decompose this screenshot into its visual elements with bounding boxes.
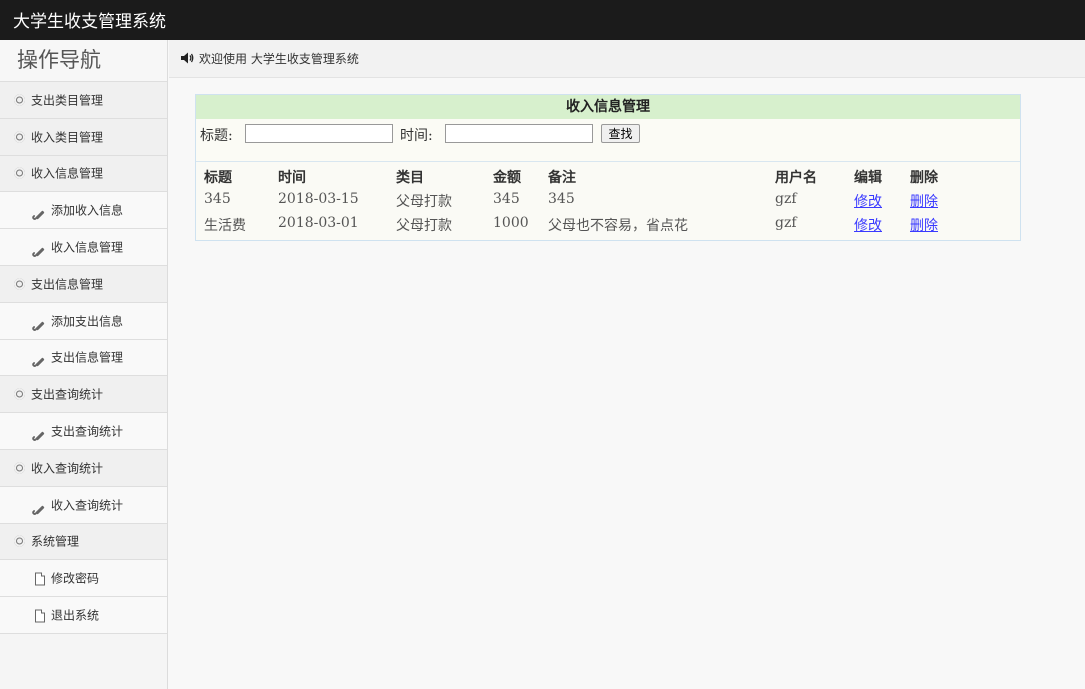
sidebar-item-label: 收入信息管理 [31,166,104,181]
sidebar-heading: 操作导航 [0,40,167,82]
edit-link[interactable]: 修改 [854,191,882,211]
wrench-icon [33,425,46,441]
search-button[interactable]: 查找 [601,124,640,143]
title-search-input[interactable] [245,124,393,143]
cell-time: 2018-03-01 [278,215,359,231]
column-header: 删除 [910,170,938,186]
sidebar-item-label: 修改密码 [51,571,100,586]
column-header: 编辑 [854,170,882,186]
wrench-icon [33,498,46,515]
gear-icon [13,535,26,548]
sidebar-item-income-category[interactable]: 收入类目管理 [0,118,167,156]
cell-category: 父母打款 [396,218,452,234]
wrench-icon [33,351,46,368]
sidebar: 操作导航 支出类目管理 收入类目管理 收入信息管理 添加收入信息 收入信息管理 … [0,40,168,689]
sidebar-item-income-info[interactable]: 收入信息管理 [0,155,167,193]
column-header: 类目 [396,170,424,186]
speaker-icon [181,52,194,64]
sidebar-item-label: 收入查询统计 [31,461,104,476]
search-form: 标题: 时间: 查找 [196,119,1020,162]
table-header-row: 标题 时间 类目 金额 备注 用户名 编辑 删除 [196,165,1020,189]
sidebar-item-system[interactable]: 系统管理 [0,523,167,561]
column-header: 标题 [204,170,232,186]
delete-link[interactable]: 删除 [910,191,938,211]
welcome-text: 欢迎使用 大学生收支管理系统 [199,52,359,66]
cell-user: gzf [775,191,797,207]
sidebar-item-manage-income[interactable]: 收入信息管理 [0,229,167,266]
gear-icon [13,130,26,143]
sidebar-item-expense-stats-sub[interactable]: 支出查询统计 [0,413,167,450]
app-title: 大学生收支管理系统 [13,12,166,32]
sidebar-item-label: 支出查询统计 [51,424,124,439]
gear-icon [13,461,26,474]
sidebar-item-label: 收入查询统计 [51,498,124,513]
column-header: 用户名 [775,170,817,186]
sidebar-item-expense-category[interactable]: 支出类目管理 [0,82,167,119]
cell-amount: 345 [493,191,520,207]
cell-title: 345 [204,191,231,207]
cell-user: gzf [775,215,797,231]
gear-icon [13,93,26,106]
cell-note: 父母也不容易，省点花 [548,218,688,234]
sidebar-item-expense-info[interactable]: 支出信息管理 [0,265,167,303]
cell-note: 345 [548,191,575,207]
wrench-icon [33,204,46,220]
sidebar-item-add-income[interactable]: 添加收入信息 [0,192,167,230]
sidebar-item-label: 支出查询统计 [31,387,104,402]
sidebar-item-label: 收入信息管理 [51,240,124,255]
top-bar: 大学生收支管理系统 [0,0,1085,40]
sidebar-item-income-stats[interactable]: 收入查询统计 [0,449,167,487]
column-header: 备注 [548,170,576,186]
cell-category: 父母打款 [396,194,452,210]
column-header: 金额 [493,170,521,186]
panel-title: 收入信息管理 [196,95,1020,119]
gear-icon [13,388,26,401]
document-icon [33,609,46,623]
sidebar-item-income-stats-sub[interactable]: 收入查询统计 [0,486,167,524]
sidebar-item-label: 支出类目管理 [31,93,104,108]
wrench-icon [33,314,46,331]
sidebar-item-label: 添加支出信息 [51,314,124,329]
time-search-input[interactable] [445,124,593,143]
sidebar-item-label: 系统管理 [31,534,80,549]
wrench-icon [33,241,46,257]
sidebar-item-add-expense[interactable]: 添加支出信息 [0,302,167,340]
sidebar-item-manage-expense[interactable]: 支出信息管理 [0,339,167,377]
column-header: 时间 [278,170,306,186]
document-icon [33,572,46,586]
edit-link[interactable]: 修改 [854,215,882,235]
gear-icon [13,167,26,180]
delete-link[interactable]: 删除 [910,215,938,235]
gear-icon [13,277,26,290]
cell-amount: 1000 [493,215,529,231]
sidebar-item-label: 支出信息管理 [31,277,104,292]
sidebar-item-change-password[interactable]: 修改密码 [0,560,167,598]
cell-title: 生活费 [204,218,246,234]
time-label: 时间: [400,128,433,144]
sidebar-item-logout[interactable]: 退出系统 [0,597,167,634]
cell-time: 2018-03-15 [278,191,359,207]
table-row: 生活费 2018-03-01 父母打款 1000 父母也不容易，省点花 gzf … [196,213,1020,237]
table-row: 345 2018-03-15 父母打款 345 345 gzf 修改 删除 [196,189,1020,213]
income-info-panel: 收入信息管理 标题: 时间: 查找 标题 时间 类目 金额 备注 用户名 编辑 … [195,94,1021,241]
title-label: 标题: [200,128,233,144]
sidebar-item-label: 支出信息管理 [51,350,124,365]
sidebar-item-label: 添加收入信息 [51,203,124,218]
sidebar-item-expense-stats[interactable]: 支出查询统计 [0,376,167,414]
sidebar-item-label: 退出系统 [51,608,100,623]
breadcrumb: 欢迎使用 大学生收支管理系统 [169,40,1085,78]
income-table: 标题 时间 类目 金额 备注 用户名 编辑 删除 345 2018-03-15 … [196,165,1020,237]
sidebar-item-label: 收入类目管理 [31,130,104,145]
